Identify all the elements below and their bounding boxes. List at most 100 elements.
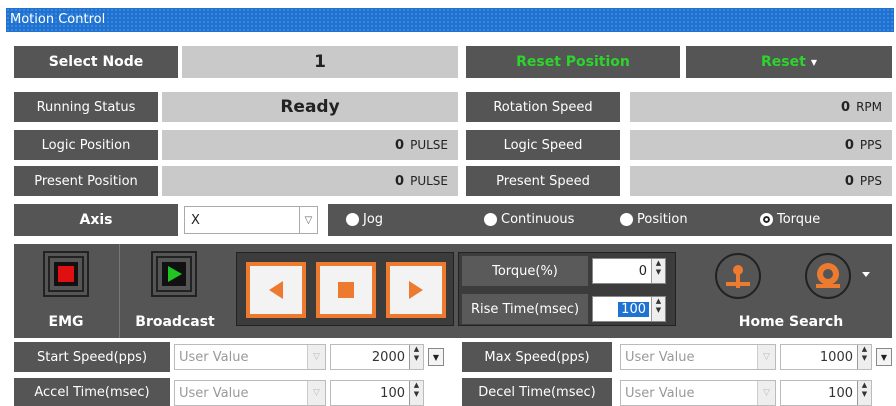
spin-arrows-icon: ▲ ▼ [409, 381, 423, 405]
present-speed-value: 0 [844, 173, 854, 189]
axis-select-value: X [191, 212, 200, 228]
max-speed-dropdown-button[interactable]: ▼ [876, 348, 892, 366]
move-left-button[interactable] [246, 262, 306, 318]
move-right-button[interactable] [386, 262, 446, 318]
rise-time-label: Rise Time(msec) [462, 294, 588, 324]
logic-position-value: 0 [395, 137, 405, 153]
accel-time-input[interactable]: 100 ▲ ▼ [330, 380, 424, 406]
logic-speed-value: 0 [844, 137, 854, 153]
accel-time-value: 100 [380, 385, 405, 401]
logic-position-unit: PULSE [410, 138, 448, 152]
play-icon [151, 251, 197, 297]
rotation-speed-value: 0 [841, 99, 851, 115]
decel-time-input[interactable]: 100 ▲ ▼ [780, 380, 872, 406]
present-position-value: 0 [395, 173, 405, 189]
reset-position-button[interactable]: Reset Position [466, 46, 680, 78]
axis-select[interactable]: X ▽ [184, 206, 318, 234]
start-speed-mode-value: User Value [179, 349, 249, 365]
rise-time-value: 100 [618, 301, 649, 317]
present-speed-unit: PPS [859, 174, 882, 188]
rotation-speed-unit: RPM [856, 100, 882, 114]
emg-button[interactable]: EMG [14, 244, 118, 338]
logic-speed-label: Logic Speed [466, 130, 620, 160]
select-node-label: Select Node [14, 46, 178, 78]
arrow-right-icon [409, 281, 423, 299]
torque-label: Torque(%) [462, 256, 588, 286]
title-bar-strip: Motion Control [6, 8, 894, 32]
stop-icon [338, 282, 354, 298]
home-search-panel: Home Search [690, 244, 892, 338]
decel-time-mode-select[interactable]: User Value ▽ [620, 380, 776, 406]
decel-time-label: Decel Time(msec) [462, 378, 612, 406]
broadcast-button[interactable]: Broadcast [120, 244, 230, 338]
chevron-down-icon: ▽ [757, 345, 775, 369]
decel-time-value: 100 [828, 385, 853, 401]
radio-circle-icon [484, 213, 497, 226]
node-value[interactable]: 1 [182, 46, 458, 78]
window-title: Motion Control [10, 12, 106, 27]
start-speed-label: Start Speed(pps) [14, 342, 170, 372]
present-speed-display: 0 PPS [630, 166, 892, 196]
torque-value: 0 [638, 263, 647, 279]
present-speed-label: Present Speed [466, 166, 620, 196]
radio-position-label: Position [637, 212, 688, 227]
chevron-down-icon: ▽ [307, 381, 325, 405]
decel-time-mode-value: User Value [625, 385, 695, 401]
home-search-icons [715, 253, 870, 299]
accel-time-mode-value: User Value [179, 385, 249, 401]
logic-position-display: 0 PULSE [162, 130, 458, 160]
emg-label: EMG [48, 314, 84, 330]
chevron-down-icon: ▽ [757, 381, 775, 405]
radio-circle-icon [346, 213, 359, 226]
radio-selected-icon [760, 213, 773, 226]
running-status-label: Running Status [14, 92, 158, 122]
chevron-down-icon: ▽ [307, 345, 325, 369]
reset-button[interactable]: Reset ▼ [686, 46, 892, 78]
reset-button-label: Reset [761, 54, 806, 70]
running-status-value: Ready [162, 92, 458, 122]
torque-spinner[interactable]: 0 ▲ ▼ [592, 258, 666, 284]
emg-icon [43, 251, 89, 297]
start-speed-dropdown-button[interactable]: ▼ [428, 348, 444, 366]
logic-speed-unit: PPS [859, 138, 882, 152]
chevron-down-icon: ▽ [299, 207, 317, 233]
max-speed-label: Max Speed(pps) [462, 342, 612, 372]
rotation-speed-label: Rotation Speed [466, 92, 620, 122]
stop-button[interactable] [316, 262, 376, 318]
present-position-unit: PULSE [410, 174, 448, 188]
radio-jog[interactable]: Jog [346, 212, 383, 227]
mode-radio-group: Jog Continuous Position Torque [328, 204, 892, 236]
radio-torque[interactable]: Torque [760, 212, 820, 227]
spin-arrows-icon: ▲ ▼ [651, 297, 665, 321]
accel-time-label: Accel Time(msec) [14, 378, 170, 406]
start-speed-input[interactable]: 2000 ▲ ▼ [330, 344, 424, 370]
spin-arrows-icon: ▲ ▼ [651, 259, 665, 283]
logic-position-label: Logic Position [14, 130, 158, 160]
spin-arrows-icon: ▲ ▼ [857, 345, 871, 369]
radio-continuous[interactable]: Continuous [484, 212, 574, 227]
max-speed-value: 1000 [819, 349, 853, 365]
present-position-label: Present Position [14, 166, 158, 196]
broadcast-label: Broadcast [135, 314, 215, 330]
axis-label: Axis [14, 204, 178, 236]
rotation-speed-display: 0 RPM [630, 92, 892, 122]
radio-continuous-label: Continuous [501, 212, 575, 227]
rise-time-spinner[interactable]: 100 ▲ ▼ [592, 296, 666, 322]
title-bar: Motion Control [0, 0, 896, 36]
arrow-left-icon [269, 281, 283, 299]
home-search-label[interactable]: Home Search [690, 314, 892, 330]
chevron-down-icon: ▼ [880, 352, 888, 362]
radio-jog-label: Jog [363, 212, 384, 227]
max-speed-input[interactable]: 1000 ▲ ▼ [780, 344, 872, 370]
chevron-down-icon: ▼ [432, 352, 440, 362]
radio-torque-label: Torque [777, 212, 821, 227]
start-speed-value: 2000 [371, 349, 405, 365]
spin-arrows-icon: ▲ ▼ [857, 381, 871, 405]
spin-arrows-icon: ▲ ▼ [409, 345, 423, 369]
radio-position[interactable]: Position [620, 212, 688, 227]
start-speed-mode-select[interactable]: User Value ▽ [174, 344, 326, 370]
max-speed-mode-select[interactable]: User Value ▽ [620, 344, 776, 370]
max-speed-mode-value: User Value [625, 349, 695, 365]
chevron-down-icon: ▼ [810, 57, 817, 67]
accel-time-mode-select[interactable]: User Value ▽ [174, 380, 326, 406]
